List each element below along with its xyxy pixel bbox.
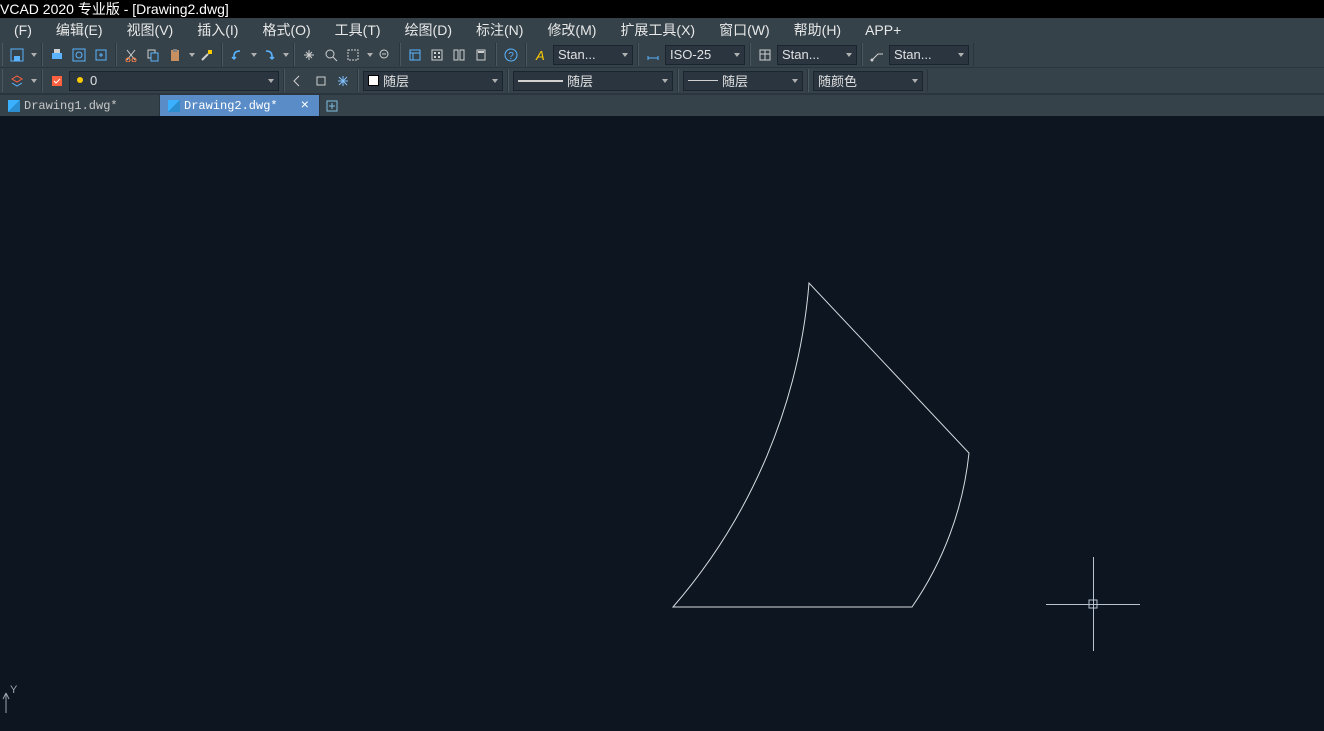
- menu-edit[interactable]: 编辑(E): [44, 18, 115, 42]
- lineweight-value: 随层: [722, 71, 748, 90]
- linetype-value: 随层: [567, 71, 593, 90]
- layer-isolate-icon[interactable]: [311, 71, 331, 91]
- color-swatch-icon: [368, 75, 379, 86]
- zoom-window-icon[interactable]: [343, 45, 363, 65]
- menu-app[interactable]: APP+: [853, 20, 913, 40]
- linetype-sample-icon: [518, 80, 563, 82]
- save-dropdown-icon[interactable]: [31, 53, 37, 57]
- menu-help[interactable]: 帮助(H): [782, 18, 853, 42]
- pan-icon[interactable]: [299, 45, 319, 65]
- doc-tab-1-label: Drawing1.dwg*: [24, 99, 118, 113]
- toolbar-row-1: ? A Stan... ISO-25 Stan... Stan...: [0, 42, 1324, 68]
- dwg-icon: [8, 100, 20, 112]
- menu-bar: (F) 编辑(E) 视图(V) 插入(I) 格式(O) 工具(T) 绘图(D) …: [0, 18, 1324, 42]
- lightbulb-icon: [74, 75, 86, 87]
- print-icon[interactable]: [47, 45, 67, 65]
- undo-dropdown-icon[interactable]: [251, 53, 257, 57]
- drawing-content: [0, 116, 1324, 731]
- chevron-down-icon: [846, 53, 852, 57]
- menu-file[interactable]: (F): [2, 20, 44, 40]
- chevron-down-icon: [492, 79, 498, 83]
- redo-icon[interactable]: [259, 45, 279, 65]
- paste-icon[interactable]: [165, 45, 185, 65]
- mleader-style-icon[interactable]: [867, 45, 887, 65]
- match-prop-icon[interactable]: [197, 45, 217, 65]
- layer-dropdown-icon[interactable]: [31, 79, 37, 83]
- chevron-down-icon: [268, 79, 274, 83]
- zoom-dropdown-icon[interactable]: [367, 53, 373, 57]
- text-style-icon[interactable]: A: [531, 45, 551, 65]
- properties-icon[interactable]: [405, 45, 425, 65]
- menu-insert[interactable]: 插入(I): [185, 18, 250, 42]
- doc-tab-2-label: Drawing2.dwg*: [184, 99, 278, 113]
- table-style-icon[interactable]: [755, 45, 775, 65]
- color-combo[interactable]: 随层: [363, 71, 503, 91]
- dim-style-combo[interactable]: ISO-25: [665, 45, 745, 65]
- cut-icon[interactable]: [121, 45, 141, 65]
- dim-style-icon[interactable]: [643, 45, 663, 65]
- app-title: VCAD 2020 专业版 - [Drawing2.dwg]: [0, 0, 229, 19]
- plot-preview-icon[interactable]: [69, 45, 89, 65]
- title-bar: VCAD 2020 专业版 - [Drawing2.dwg]: [0, 0, 1324, 18]
- zoom-realtime-icon[interactable]: [321, 45, 341, 65]
- layer-combo[interactable]: 0: [69, 71, 279, 91]
- menu-dim[interactable]: 标注(N): [464, 18, 535, 42]
- new-tab-button[interactable]: [320, 95, 344, 116]
- save-icon[interactable]: [7, 45, 27, 65]
- layer-previous-icon[interactable]: [289, 71, 309, 91]
- chevron-down-icon: [622, 53, 628, 57]
- menu-format[interactable]: 格式(O): [250, 18, 322, 42]
- doc-tab-2[interactable]: Drawing2.dwg* ×: [160, 95, 320, 116]
- drawing-canvas[interactable]: Y: [0, 116, 1324, 731]
- close-icon[interactable]: ×: [299, 98, 311, 114]
- layer-states-icon[interactable]: [47, 71, 67, 91]
- chevron-down-icon: [912, 79, 918, 83]
- zoom-previous-icon[interactable]: [375, 45, 395, 65]
- layer-value: 0: [90, 73, 97, 88]
- text-style-combo[interactable]: Stan...: [553, 45, 633, 65]
- plotstyle-combo[interactable]: 随颜色: [813, 71, 923, 91]
- dwg-icon: [168, 100, 180, 112]
- plotstyle-value: 随颜色: [818, 71, 857, 90]
- design-center-icon[interactable]: [427, 45, 447, 65]
- menu-draw[interactable]: 绘图(D): [393, 18, 464, 42]
- table-style-value: Stan...: [782, 47, 820, 62]
- layer-manager-icon[interactable]: [7, 71, 27, 91]
- menu-window[interactable]: 窗口(W): [707, 18, 782, 42]
- menu-ext[interactable]: 扩展工具(X): [608, 18, 707, 42]
- menu-tool[interactable]: 工具(T): [323, 18, 393, 42]
- linetype-combo[interactable]: 随层: [513, 71, 673, 91]
- mleader-style-value: Stan...: [894, 47, 932, 62]
- text-style-value: Stan...: [558, 47, 596, 62]
- menu-view[interactable]: 视图(V): [115, 18, 186, 42]
- chevron-down-icon: [792, 79, 798, 83]
- menu-modify[interactable]: 修改(M): [535, 18, 608, 42]
- doc-tab-1[interactable]: Drawing1.dwg*: [0, 95, 160, 116]
- undo-icon[interactable]: [227, 45, 247, 65]
- redo-dropdown-icon[interactable]: [283, 53, 289, 57]
- color-value: 随层: [383, 71, 409, 90]
- chevron-down-icon: [958, 53, 964, 57]
- ucs-icon: Y: [0, 683, 30, 723]
- layer-freeze-icon[interactable]: [333, 71, 353, 91]
- lineweight-sample-icon: [688, 80, 718, 81]
- chevron-down-icon: [734, 53, 740, 57]
- svg-text:A: A: [535, 48, 545, 62]
- publish-icon[interactable]: [91, 45, 111, 65]
- calculator-icon[interactable]: [471, 45, 491, 65]
- dim-style-value: ISO-25: [670, 47, 711, 62]
- chevron-down-icon: [662, 79, 668, 83]
- copy-icon[interactable]: [143, 45, 163, 65]
- mleader-style-combo[interactable]: Stan...: [889, 45, 969, 65]
- svg-text:?: ?: [508, 51, 514, 62]
- toolbar-row-2: 0 随层 随层 随层 随颜色: [0, 68, 1324, 94]
- tool-palettes-icon[interactable]: [449, 45, 469, 65]
- lineweight-combo[interactable]: 随层: [683, 71, 803, 91]
- table-style-combo[interactable]: Stan...: [777, 45, 857, 65]
- help-icon[interactable]: ?: [501, 45, 521, 65]
- document-tab-bar: Drawing1.dwg* Drawing2.dwg* ×: [0, 94, 1324, 116]
- paste-dropdown-icon[interactable]: [189, 53, 195, 57]
- svg-text:Y: Y: [10, 684, 18, 696]
